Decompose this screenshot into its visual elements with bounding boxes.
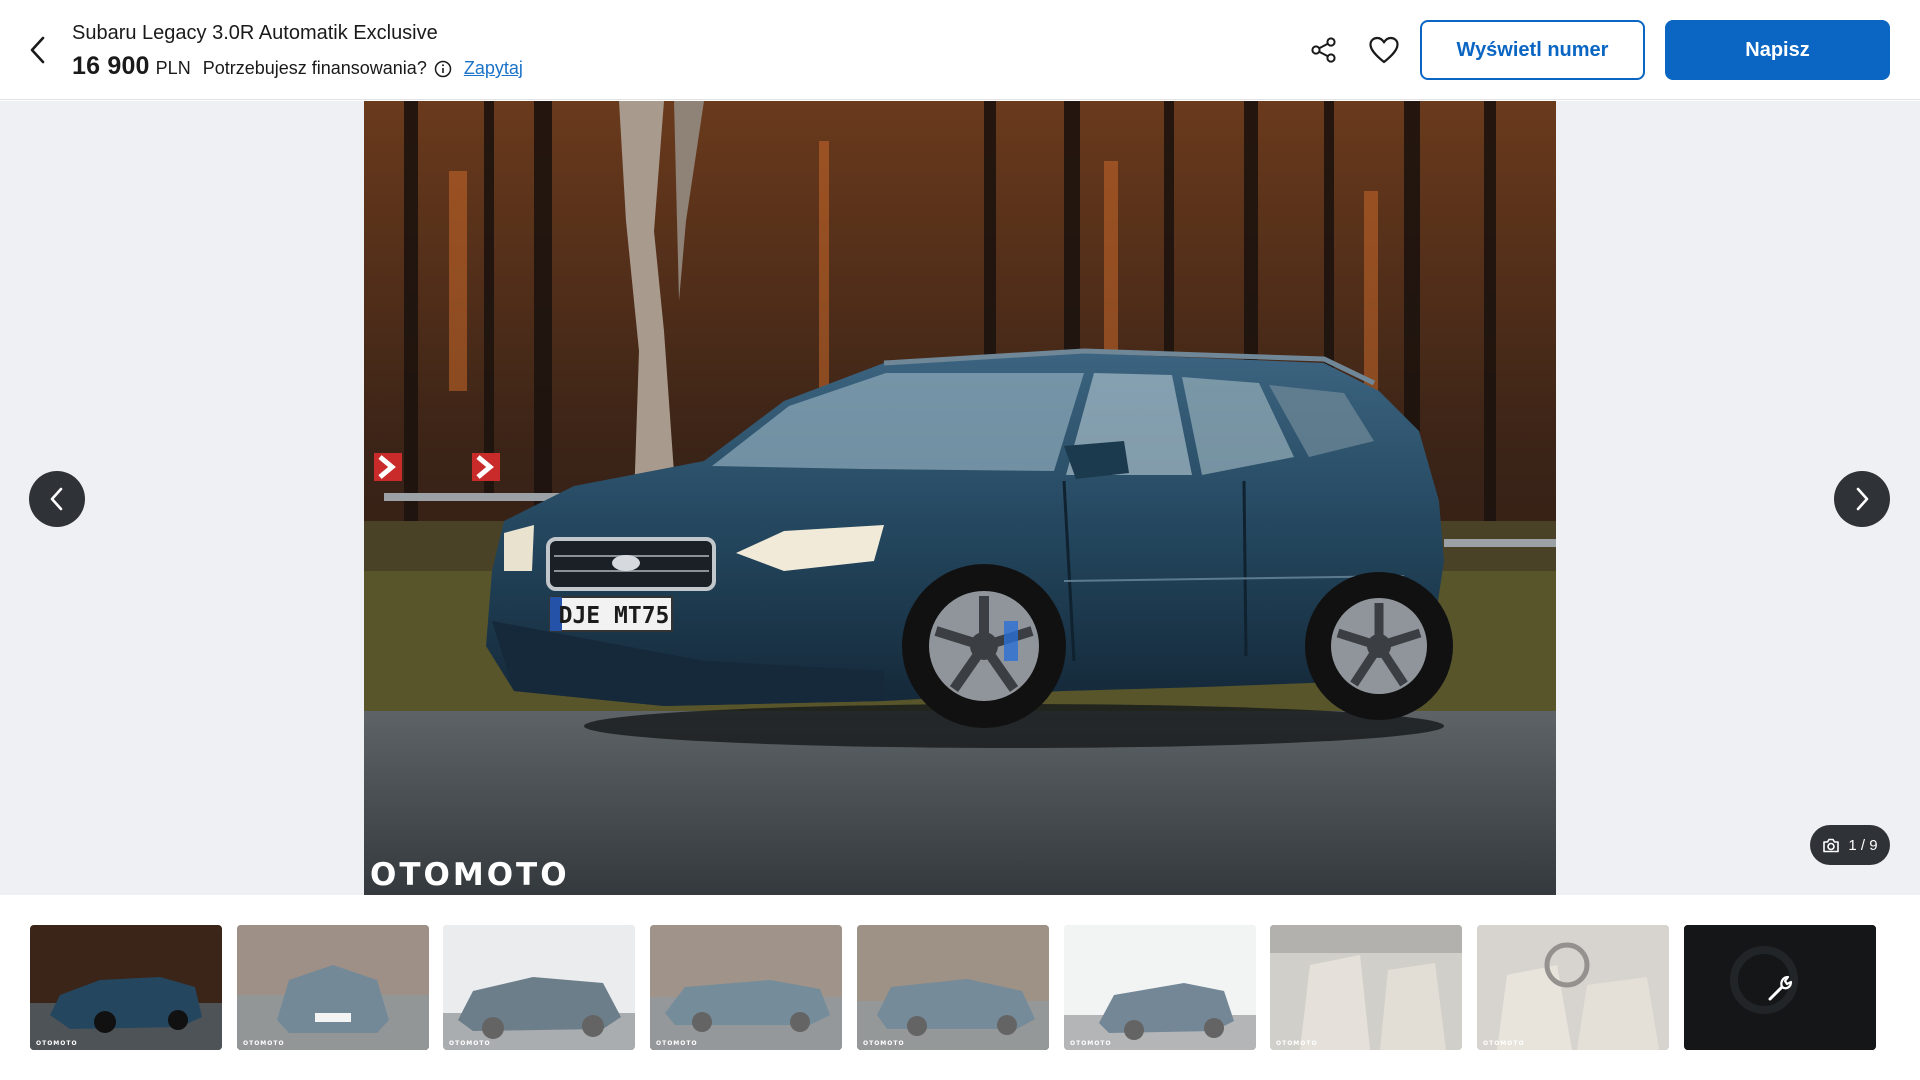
show-phone-number-button[interactable]: Wyświetl numer — [1420, 20, 1645, 80]
thumbnail-5[interactable]: OTOMOTO — [857, 925, 1049, 1050]
wrench-icon — [1768, 975, 1793, 1001]
thumbnail-watermark: OTOMOTO — [1483, 1040, 1525, 1047]
thumbnail-watermark: OTOMOTO — [656, 1040, 698, 1047]
license-plate: DJE MT75 — [559, 603, 670, 629]
thumbnail-watermark: OTOMOTO — [449, 1040, 491, 1047]
top-bar: Subaru Legacy 3.0R Automatik Exclusive 1… — [0, 0, 1920, 100]
thumbnail-9-more[interactable] — [1684, 925, 1876, 1050]
thumbnail-watermark: OTOMOTO — [863, 1040, 905, 1047]
photo-counter: 1 / 9 — [1810, 825, 1890, 865]
price-amount: 16 900 — [72, 52, 150, 80]
share-button[interactable] — [1306, 32, 1342, 68]
photo-counter-text: 1 / 9 — [1848, 836, 1878, 854]
thumbnail-3[interactable]: OTOMOTO — [443, 925, 635, 1050]
thumbnail-2[interactable]: OTOMOTO — [237, 925, 429, 1050]
thumbnail-4[interactable]: OTOMOTO — [650, 925, 842, 1050]
thumbnail-watermark: OTOMOTO — [1070, 1040, 1112, 1047]
thumbnail-1[interactable]: OTOMOTO — [30, 925, 222, 1050]
listing-title: Subaru Legacy 3.0R Automatik Exclusive — [72, 22, 438, 44]
favorite-button[interactable] — [1366, 32, 1402, 68]
ask-financing-link[interactable]: Zapytaj — [464, 58, 523, 79]
financing-question: Potrzebujesz finansowania? — [202, 58, 427, 78]
photo-watermark: OTOMOTO — [370, 857, 570, 893]
next-photo-button[interactable] — [1834, 471, 1890, 527]
price-row: 16 900 PLN Potrzebujesz finansowania? Za… — [72, 52, 523, 82]
camera-icon — [1823, 838, 1840, 852]
chevron-right-icon — [1856, 487, 1869, 511]
main-photo[interactable]: DJE MT75 OTOMOTO — [364, 101, 1556, 895]
price-currency: PLN — [155, 58, 191, 78]
thumbnail-6[interactable]: OTOMOTO — [1064, 925, 1256, 1050]
info-icon[interactable] — [434, 60, 452, 78]
chevron-left-icon — [50, 487, 63, 511]
thumbnail-8[interactable]: OTOMOTO — [1477, 925, 1669, 1050]
thumbnail-watermark: OTOMOTO — [243, 1040, 285, 1047]
heart-icon — [1369, 36, 1399, 64]
photo-gallery: DJE MT75 OTOMOTO 1 / 9 — [0, 101, 1920, 895]
thumbnail-watermark: OTOMOTO — [36, 1040, 78, 1047]
back-button[interactable] — [20, 30, 56, 70]
thumbnail-7[interactable]: OTOMOTO — [1270, 925, 1462, 1050]
share-icon — [1311, 37, 1336, 63]
thumbnail-watermark: OTOMOTO — [1276, 1040, 1318, 1047]
write-message-button[interactable]: Napisz — [1665, 20, 1890, 80]
car-photo: DJE MT75 — [364, 101, 1556, 895]
previous-photo-button[interactable] — [29, 471, 85, 527]
chevron-left-icon — [30, 36, 45, 64]
